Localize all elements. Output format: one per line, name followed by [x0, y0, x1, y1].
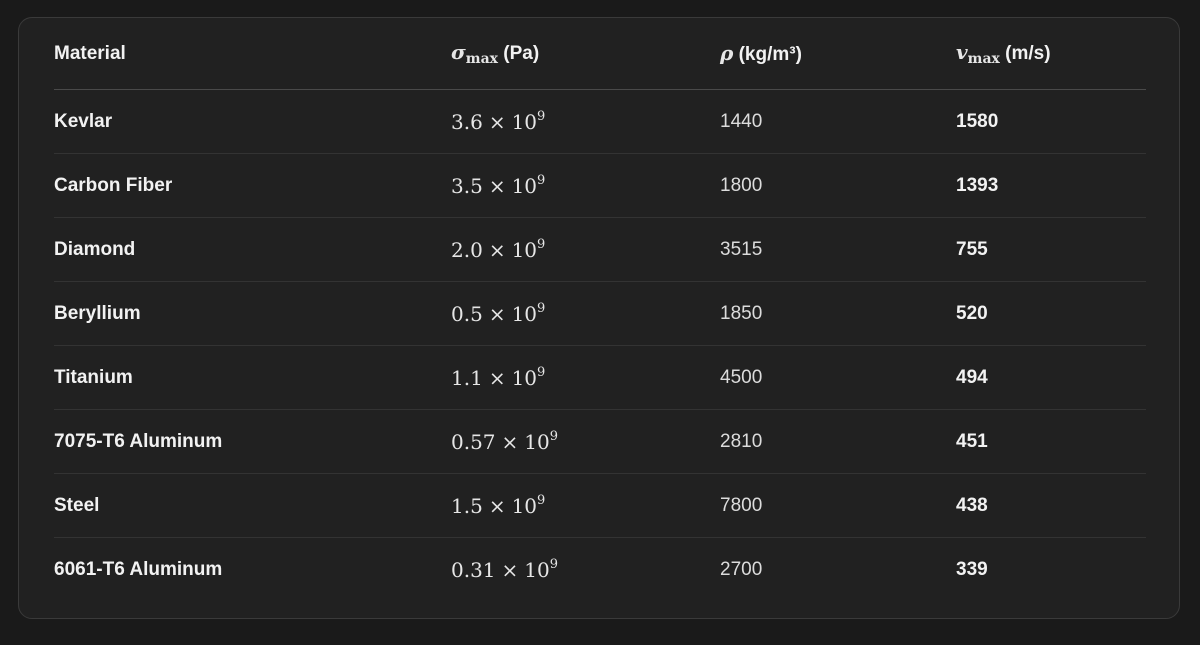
- max-stress-value: 2.0 × 109: [451, 237, 720, 263]
- material-name: Carbon Fiber: [54, 174, 173, 196]
- table-row: 6061-T6 Aluminum 0.31 × 109 2700 339: [54, 538, 1146, 602]
- times-sign: ×: [488, 365, 506, 390]
- stress-mantissa: 1.5: [451, 493, 483, 518]
- stress-mantissa: 2.0: [451, 237, 483, 262]
- max-stress-value: 0.5 × 109: [451, 301, 720, 327]
- table-row: 7075-T6 Aluminum 0.57 × 109 2810 451: [54, 410, 1146, 474]
- exponent-base: 10: [511, 365, 538, 390]
- materials-table-card: Material σmax (Pa) ρ (kg/m³) vmax (m/s) …: [18, 17, 1180, 619]
- material-name: 7075-T6 Aluminum: [54, 430, 223, 452]
- table-row: Titanium 1.1 × 109 4500 494: [54, 346, 1146, 410]
- times-sign: ×: [488, 493, 506, 518]
- exponent-base: 10: [511, 301, 538, 326]
- density-value: 4500: [720, 366, 763, 388]
- exponent-base: 10: [511, 109, 538, 134]
- exponent-power: 9: [537, 364, 546, 380]
- exponent-power: 9: [537, 236, 546, 252]
- exponent-power: 9: [537, 172, 546, 188]
- material-name: Kevlar: [54, 110, 113, 132]
- max-velocity-value: 494: [956, 366, 988, 388]
- header-material: Material: [54, 42, 126, 64]
- density-value: 7800: [720, 494, 763, 516]
- header-max-velocity: vmax (m/s): [956, 40, 1146, 67]
- density-symbol: ρ: [720, 41, 734, 65]
- times-sign: ×: [488, 109, 506, 134]
- max-velocity-value: 520: [956, 302, 988, 324]
- density-value: 1440: [720, 110, 763, 132]
- density-value: 2700: [720, 559, 763, 580]
- material-name: Beryllium: [54, 302, 141, 324]
- max-velocity-value: 1393: [956, 174, 999, 196]
- max-velocity-value: 755: [956, 238, 988, 260]
- density-value: 1850: [720, 302, 763, 324]
- max-stress-value: 1.1 × 109: [451, 365, 720, 391]
- stress-mantissa: 3.6: [451, 109, 483, 134]
- stress-mantissa: 0.5: [451, 301, 483, 326]
- density-value: 3515: [720, 238, 763, 260]
- stress-mantissa: 0.31: [451, 558, 496, 582]
- density-value: 2810: [720, 430, 763, 452]
- density-value: 1800: [720, 174, 763, 196]
- exponent-base: 10: [511, 493, 538, 518]
- times-sign: ×: [501, 429, 519, 454]
- material-name: 6061-T6 Aluminum: [54, 559, 223, 580]
- table-row: Beryllium 0.5 × 109 1850 520: [54, 282, 1146, 346]
- times-sign: ×: [488, 301, 506, 326]
- max-stress-value: 3.5 × 109: [451, 173, 720, 199]
- max-stress-symbol: σmax: [451, 40, 498, 67]
- table-row: Kevlar 3.6 × 109 1440 1580: [54, 90, 1146, 154]
- material-name: Titanium: [54, 366, 133, 388]
- max-stress-value: 0.57 × 109: [451, 429, 720, 455]
- exponent-power: 9: [549, 557, 559, 572]
- table-row: Steel 1.5 × 109 7800 438: [54, 474, 1146, 538]
- times-sign: ×: [488, 237, 506, 262]
- header-max-stress: σmax (Pa): [451, 40, 720, 67]
- max-velocity-symbol: vmax: [956, 40, 1000, 67]
- stress-mantissa: 0.57: [451, 429, 496, 454]
- header-density: ρ (kg/m³): [720, 41, 956, 66]
- table-row: Diamond 2.0 × 109 3515 755: [54, 218, 1146, 282]
- exponent-power: 9: [537, 300, 546, 316]
- max-velocity-value: 339: [956, 559, 988, 580]
- times-sign: ×: [501, 558, 519, 582]
- max-velocity-value: 1580: [956, 110, 999, 132]
- materials-table: Material σmax (Pa) ρ (kg/m³) vmax (m/s) …: [54, 18, 1146, 602]
- table-row: Carbon Fiber 3.5 × 109 1800 1393: [54, 154, 1146, 218]
- exponent-power: 9: [537, 108, 546, 124]
- exponent-power: 9: [537, 492, 546, 508]
- exponent-base: 10: [511, 237, 538, 262]
- stress-mantissa: 1.1: [451, 365, 483, 390]
- max-stress-value: 3.6 × 109: [451, 109, 720, 135]
- material-name: Diamond: [54, 238, 136, 260]
- max-velocity-value: 438: [956, 494, 988, 516]
- max-stress-value: 1.5 × 109: [451, 493, 720, 519]
- exponent-power: 9: [549, 428, 559, 444]
- material-name: Steel: [54, 494, 100, 516]
- times-sign: ×: [488, 173, 506, 198]
- max-velocity-unit: (m/s): [1005, 43, 1051, 64]
- max-stress-unit: (Pa): [503, 43, 540, 64]
- table-body: Kevlar 3.6 × 109 1440 1580 Carbon Fiber 3.5 × 109…: [54, 90, 1146, 602]
- exponent-base: 10: [524, 558, 550, 582]
- density-unit: (kg/m³): [738, 44, 802, 65]
- max-stress-value: 0.31 × 109: [451, 557, 720, 583]
- max-velocity-value: 451: [956, 430, 988, 452]
- stress-mantissa: 3.5: [451, 173, 483, 198]
- exponent-base: 10: [511, 173, 538, 198]
- table-header-row: Material σmax (Pa) ρ (kg/m³) vmax (m/s): [54, 18, 1146, 90]
- exponent-base: 10: [524, 429, 550, 454]
